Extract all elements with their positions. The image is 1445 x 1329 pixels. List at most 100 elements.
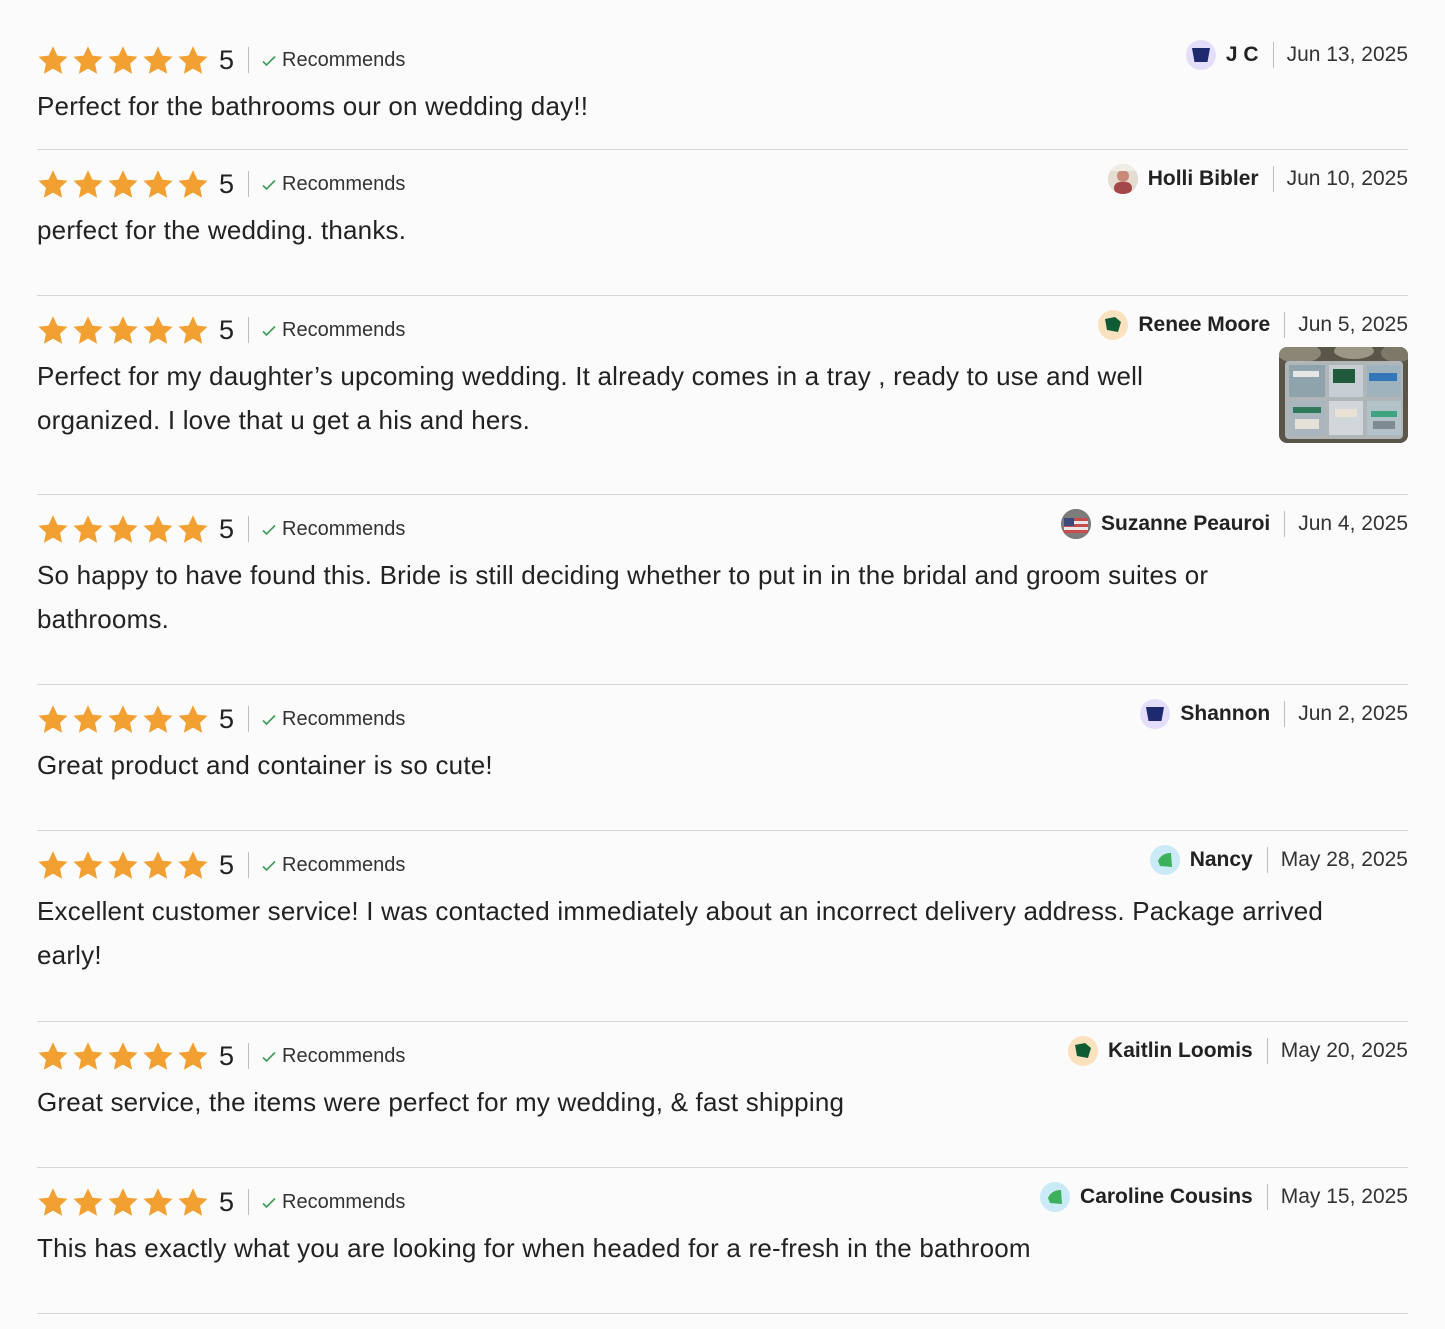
- review-date: Jun 5, 2025: [1298, 313, 1408, 336]
- author-name[interactable]: Kaitlin Loomis: [1108, 1039, 1253, 1063]
- stars: [37, 1041, 209, 1072]
- review-text: Perfect for the bathrooms our on wedding…: [37, 91, 589, 121]
- check-icon: [261, 521, 277, 537]
- divider: [1272, 166, 1274, 192]
- review-date: Jun 10, 2025: [1286, 167, 1408, 190]
- author-name[interactable]: Nancy: [1190, 848, 1253, 872]
- review-text: Great service, the items were perfect fo…: [37, 1087, 845, 1117]
- star-icon: [37, 45, 69, 76]
- star-icon: [142, 45, 174, 76]
- recommends-label: Recommends: [282, 1044, 406, 1067]
- review-item: 5 Recommends Holli Bibler Jun 10, 2025 p…: [37, 150, 1408, 296]
- star-icon: [37, 1041, 69, 1072]
- star-icon: [72, 1041, 104, 1072]
- star-icon: [177, 850, 209, 881]
- stars: [37, 169, 209, 200]
- rating-number: 5: [219, 513, 235, 544]
- review-text: This has exactly what you are looking fo…: [37, 1233, 1031, 1263]
- stars: [37, 514, 209, 545]
- recommends-badge: Recommends: [261, 49, 405, 72]
- navy-shield-avatar-icon[interactable]: [1185, 40, 1216, 70]
- divider: [1266, 847, 1268, 873]
- review-item: 5 Recommends Shannon Jun 2, 2025 Great p…: [37, 685, 1408, 831]
- star-icon: [72, 1187, 104, 1218]
- navy-shield-avatar-icon[interactable]: [1140, 699, 1171, 729]
- divider: [248, 47, 250, 73]
- divider: [248, 1043, 250, 1069]
- star-icon: [107, 169, 139, 200]
- review-item: 5 Recommends J C Jun 13, 2025 Perfect fo…: [37, 26, 1408, 150]
- star-rating: 5 Recommends: [37, 315, 405, 346]
- review-text: Great product and container is so cute!: [37, 750, 493, 780]
- recommends-badge: Recommends: [261, 1045, 405, 1068]
- review-item: 5 Recommends Caroline Cousins May 15, 20…: [37, 1168, 1408, 1314]
- star-icon: [37, 850, 69, 881]
- author-name[interactable]: Suzanne Peauroi: [1101, 512, 1270, 536]
- review-item: 5 Recommends Suzanne Peauroi Jun 4, 2025…: [37, 495, 1408, 685]
- star-icon: [107, 315, 139, 346]
- star-icon: [142, 850, 174, 881]
- star-rating: 5 Recommends: [37, 704, 405, 735]
- toiletry-tray-photo: [1279, 347, 1408, 443]
- recommends-badge: Recommends: [261, 173, 405, 196]
- check-icon: [261, 857, 277, 873]
- review-photo[interactable]: [1279, 347, 1408, 443]
- star-icon: [177, 1041, 209, 1072]
- star-icon: [107, 1041, 139, 1072]
- author-name[interactable]: Renee Moore: [1138, 313, 1270, 337]
- divider: [1284, 511, 1286, 537]
- star-icon: [177, 45, 209, 76]
- review-item: 5 Recommends Renee Moore Jun 5, 2025 Per…: [37, 296, 1408, 495]
- review-date: Jun 2, 2025: [1298, 702, 1408, 725]
- review-item: 5 Recommends Nancy May 28, 2025 Excellen…: [37, 831, 1408, 1022]
- stars: [37, 850, 209, 881]
- divider: [1266, 1038, 1268, 1064]
- divider: [1284, 701, 1286, 727]
- review-author: Shannon Jun 2, 2025: [1140, 699, 1408, 729]
- star-icon: [177, 1187, 209, 1218]
- stars: [37, 315, 209, 346]
- review-author: J C Jun 13, 2025: [1185, 40, 1408, 70]
- recommends-label: Recommends: [282, 707, 406, 730]
- review-item: 5 Recommends Kaitlin Loomis May 20, 2025…: [37, 1022, 1408, 1168]
- review-text: perfect for the wedding. thanks.: [37, 215, 407, 245]
- check-icon: [261, 1194, 277, 1210]
- review-author: Nancy May 28, 2025: [1149, 845, 1408, 875]
- flag-photo-avatar-icon[interactable]: [1061, 509, 1092, 539]
- star-rating: 5 Recommends: [37, 1041, 405, 1072]
- star-rating: 5 Recommends: [37, 1187, 405, 1218]
- green-leaf-avatar-icon[interactable]: [1040, 1182, 1071, 1212]
- author-name[interactable]: Caroline Cousins: [1080, 1185, 1253, 1209]
- check-icon: [261, 1048, 277, 1064]
- star-icon: [37, 315, 69, 346]
- review-author: Kaitlin Loomis May 20, 2025: [1068, 1036, 1408, 1066]
- star-icon: [107, 45, 139, 76]
- author-name[interactable]: J C: [1226, 43, 1259, 67]
- recommends-label: Recommends: [282, 517, 406, 540]
- rating-number: 5: [219, 703, 235, 734]
- author-name[interactable]: Holli Bibler: [1148, 167, 1259, 191]
- star-icon: [142, 514, 174, 545]
- photo-avatar-icon[interactable]: [1107, 164, 1138, 194]
- green-hexagon-avatar-icon[interactable]: [1098, 310, 1129, 340]
- author-name[interactable]: Shannon: [1180, 702, 1270, 726]
- recommends-badge: Recommends: [261, 518, 405, 541]
- star-icon: [142, 315, 174, 346]
- divider: [248, 171, 250, 197]
- star-rating: 5 Recommends: [37, 169, 405, 200]
- review-author: Holli Bibler Jun 10, 2025: [1107, 164, 1408, 194]
- review-text: Perfect for my daughter’s upcoming weddi…: [37, 361, 1144, 435]
- review-date: Jun 13, 2025: [1286, 43, 1408, 66]
- star-icon: [177, 315, 209, 346]
- divider: [1284, 312, 1286, 338]
- star-icon: [107, 704, 139, 735]
- recommends-badge: Recommends: [261, 854, 405, 877]
- green-hexagon-avatar-icon[interactable]: [1068, 1036, 1099, 1066]
- star-icon: [72, 45, 104, 76]
- rating-number: 5: [219, 44, 235, 75]
- star-icon: [177, 704, 209, 735]
- green-leaf-avatar-icon[interactable]: [1149, 845, 1180, 875]
- check-icon: [261, 322, 277, 338]
- star-icon: [107, 850, 139, 881]
- reviews-list: 5 Recommends J C Jun 13, 2025 Perfect fo…: [37, 0, 1408, 1314]
